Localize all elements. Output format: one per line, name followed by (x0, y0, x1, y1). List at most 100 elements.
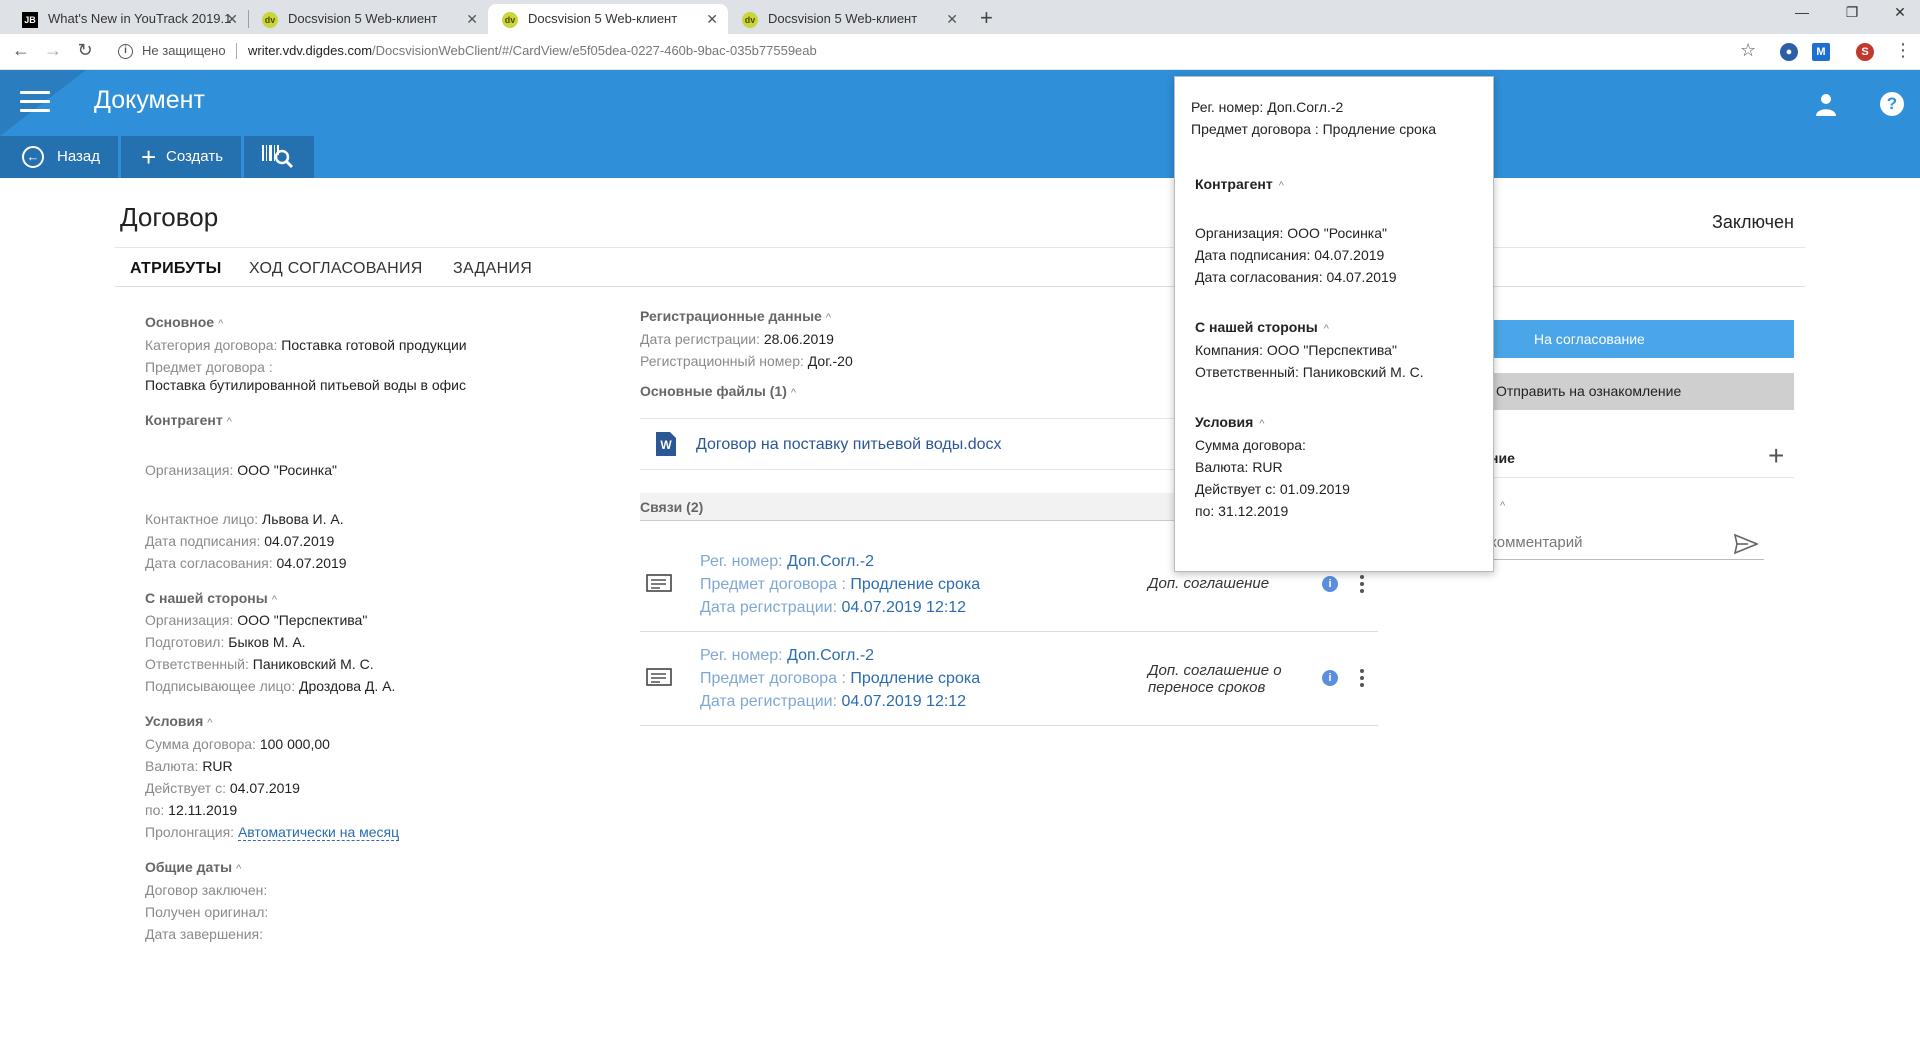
popup-reg-number: Рег. номер: Доп.Согл.-2 (1191, 99, 1344, 115)
section-contractor-header[interactable]: Контрагент ^ (145, 412, 232, 428)
docsvision-favicon-icon: dv (502, 12, 518, 28)
card-title: Договор (120, 202, 219, 232)
browser-tab[interactable]: JB What's New in YouTrack 2019.1 ✕ (8, 4, 248, 34)
word-document-icon: W (656, 432, 676, 456)
back-button-label: Назад (57, 148, 100, 165)
help-icon[interactable]: ? (1880, 92, 1904, 116)
close-icon[interactable]: ✕ (706, 4, 718, 34)
our-org-row: Организация: ООО "Перспектива" (145, 612, 368, 628)
linked-type: Доп. соглашение о переносе сроков (1148, 662, 1282, 696)
url-text[interactable]: writer.vdv.digdes.com/DocsvisionWebClien… (248, 43, 817, 58)
more-menu-icon[interactable] (1358, 575, 1366, 596)
forward-arrow-icon[interactable]: → (42, 40, 64, 61)
browser-tab-active[interactable]: dv Docsvision 5 Web-клиент ✕ (488, 4, 728, 34)
hamburger-menu-icon[interactable] (20, 91, 50, 113)
document-icon (646, 574, 672, 592)
tab-title: Docsvision 5 Web-клиент (768, 11, 918, 26)
tab-title: What's New in YouTrack 2019.1 (48, 11, 232, 26)
linked-subject: Предмет договора : Продление срока (700, 576, 981, 593)
linked-reg-date: Дата регистрации: 04.07.2019 12:12 (700, 693, 967, 710)
file-name-link[interactable]: Договор на поставку питьевой воды.docx (696, 436, 1001, 454)
close-window-icon[interactable]: ✕ (1888, 4, 1912, 21)
profile-avatar[interactable]: S (1856, 43, 1874, 61)
user-icon[interactable] (1814, 92, 1838, 116)
contractor-org-row: Организация: ООО "Росинка" (145, 462, 337, 478)
extension-m-icon[interactable]: M (1812, 43, 1830, 61)
address-bar: ← → ↻ i Не защищено writer.vdv.digdes.co… (0, 34, 1920, 70)
category-row: Категория договора: Поставка готовой про… (145, 337, 467, 353)
restore-icon[interactable]: ❐ (1840, 4, 1864, 21)
popup-company: Компания: ООО "Перспектива" (1195, 342, 1397, 358)
send-icon[interactable] (1734, 534, 1758, 554)
back-arrow-icon: ← (22, 146, 44, 168)
section-files-header[interactable]: Основные файлы (1) ^ (640, 383, 796, 399)
currency-row: Валюта: RUR (145, 758, 233, 774)
prolongation-link[interactable]: Автоматически на месяц (237, 824, 400, 841)
prepared-row: Подготовил: Быков М. А. (145, 634, 306, 650)
barcode-search-icon (262, 145, 294, 169)
new-tab-icon[interactable]: + (980, 4, 993, 32)
reload-icon[interactable]: ↻ (74, 40, 96, 61)
browser-tab[interactable]: dv Docsvision 5 Web-клиент ✕ (248, 4, 488, 34)
linked-reg-number[interactable]: Рег. номер: Доп.Согл.-2 (700, 553, 874, 571)
back-arrow-icon[interactable]: ← (10, 40, 32, 61)
popup-our-side-header: С нашей стороны ^ (1195, 319, 1329, 335)
minimize-icon[interactable]: — (1790, 4, 1814, 20)
extension-globe-icon[interactable]: ● (1780, 43, 1798, 61)
send-to-approval-button[interactable]: На согласование (1490, 320, 1794, 358)
comment-input[interactable] (1490, 528, 1730, 551)
linked-document-item[interactable]: Рег. номер: Доп.Согл.-2 Предмет договора… (640, 632, 1378, 726)
create-button[interactable]: + Создать (121, 136, 241, 178)
linked-reg-date: Дата регистрации: 04.07.2019 12:12 (700, 599, 967, 616)
popup-valid-from: Действует с: 01.09.2019 (1195, 481, 1350, 497)
signer-row: Подписывающее лицо: Дроздова Д. А. (145, 678, 396, 694)
popup-contractor-header: Контрагент ^ (1195, 176, 1284, 192)
section-registration-header[interactable]: Регистрационные данные ^ (640, 308, 831, 324)
url-field[interactable]: i Не защищено writer.vdv.digdes.com/Docs… (108, 39, 1768, 65)
tab-attributes[interactable]: АТРИБУТЫ (130, 260, 222, 278)
subject-label: Предмет договора : (145, 359, 273, 375)
linked-reg-number[interactable]: Рег. номер: Доп.Согл.-2 (700, 647, 874, 665)
docsvision-favicon-icon: dv (262, 12, 278, 28)
close-icon[interactable]: ✕ (466, 4, 478, 34)
subject-value: Поставка бутилированной питьевой воды в … (145, 377, 466, 393)
browser-menu-icon[interactable]: ⋮ (1894, 40, 1912, 61)
create-button-label: Создать (166, 148, 224, 165)
info-icon[interactable]: i (1322, 670, 1338, 686)
info-icon[interactable]: i (1322, 576, 1338, 592)
signed-date-row: Дата подписания: 04.07.2019 (145, 533, 335, 549)
section-dates-header[interactable]: Общие даты ^ (145, 859, 241, 875)
info-icon[interactable]: i (118, 44, 133, 59)
popup-agreed: Дата согласования: 04.07.2019 (1195, 269, 1397, 285)
section-main-header[interactable]: Основное ^ (145, 314, 223, 330)
document-icon (646, 668, 672, 686)
section-terms-header[interactable]: Условия ^ (145, 713, 212, 729)
bookmark-star-icon[interactable]: ☆ (1740, 40, 1756, 61)
add-icon[interactable]: + (1768, 440, 1784, 472)
reg-number-row: Регистрационный номер: Дог.-20 (640, 353, 853, 369)
contact-person-row: Контактное лицо: Львова И. А. (145, 511, 344, 527)
linked-subject: Предмет договора : Продление срока (700, 670, 981, 687)
barcode-search-button[interactable] (244, 136, 314, 178)
comments-section-header[interactable]: ние (1490, 440, 1794, 478)
close-icon[interactable]: ✕ (946, 4, 958, 34)
popup-sum: Сумма договора: (1195, 437, 1306, 453)
responsible-row: Ответственный: Паниковский М. С. (145, 656, 374, 672)
popup-valid-to: по: 31.12.2019 (1195, 503, 1289, 519)
valid-from-row: Действует с: 04.07.2019 (145, 780, 300, 796)
tab-tasks[interactable]: ЗАДАНИЯ (453, 260, 532, 278)
section-our-side-header[interactable]: С нашей стороны ^ (145, 590, 277, 606)
close-icon[interactable]: ✕ (226, 4, 238, 34)
comment-input-wrapper (1490, 528, 1764, 560)
agreed-date-row: Дата согласования: 04.07.2019 (145, 555, 347, 571)
back-button[interactable]: ← Назад (0, 136, 118, 178)
jetbrains-favicon-icon: JB (22, 12, 38, 28)
completed-row: Дата завершения: (145, 926, 263, 942)
chevron-up-icon[interactable]: ^ (1500, 500, 1505, 512)
plus-icon: + (141, 142, 157, 172)
browser-tabbar: JB What's New in YouTrack 2019.1 ✕ dv Do… (0, 0, 1920, 34)
more-menu-icon[interactable] (1358, 669, 1366, 690)
tab-approval-progress[interactable]: ХОД СОГЛАСОВАНИЯ (249, 260, 423, 278)
send-for-review-button[interactable]: Отправить на ознакомление (1490, 373, 1794, 410)
browser-tab[interactable]: dv Docsvision 5 Web-клиент ✕ (728, 4, 968, 34)
